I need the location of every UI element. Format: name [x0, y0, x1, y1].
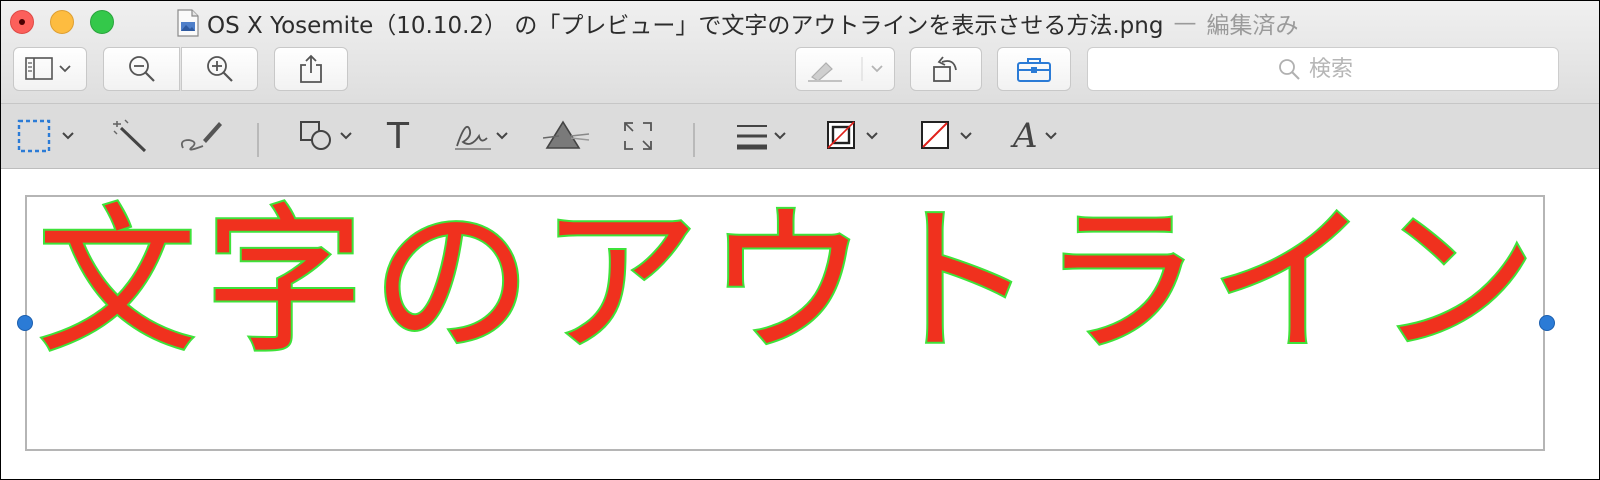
- window-title-bar: OS X Yosemite（10.10.2） の「プレビュー」で文字のアウトライ…: [177, 5, 1298, 41]
- outlined-char: イ: [1207, 188, 1371, 375]
- prism-icon: [543, 120, 590, 149]
- highlighter-icon: [808, 57, 883, 82]
- edited-status: 編集済み: [1206, 13, 1299, 39]
- outlined-char: ン: [1375, 188, 1539, 375]
- share-button[interactable]: [274, 47, 348, 91]
- outlined-char: ウ: [705, 188, 869, 375]
- line-style-icon: [737, 125, 786, 150]
- toolbar-divider: [693, 123, 695, 157]
- magic-wand-icon: [113, 119, 147, 153]
- preview-window: OS X Yosemite（10.10.2） の「プレビュー」で文字のアウトライ…: [1, 1, 1599, 479]
- png-document-icon: [177, 9, 199, 37]
- outlined-char: ア: [537, 188, 701, 375]
- zoom-out-button[interactable]: [103, 47, 180, 91]
- markup-toolbox-button[interactable]: [997, 47, 1071, 91]
- outlined-char: 字: [202, 188, 366, 375]
- outlined-char: ト: [872, 188, 1036, 375]
- adjust-color-tool[interactable]: [543, 116, 591, 156]
- search-field[interactable]: [1087, 47, 1559, 91]
- rotate-left-icon: [933, 56, 957, 82]
- signature-icon: [455, 125, 508, 150]
- line-style-tool[interactable]: [735, 116, 791, 156]
- image-canvas[interactable]: 文 字 の ア ウ ト ラ イ ン: [1, 169, 1599, 479]
- highlight-button[interactable]: [795, 47, 895, 91]
- toolbox-icon: [1017, 58, 1051, 82]
- fill-color-icon: [921, 121, 972, 149]
- sign-tool[interactable]: [453, 116, 513, 156]
- zoom-out-icon: [128, 56, 155, 82]
- text-style-tool[interactable]: A: [1013, 116, 1060, 156]
- instant-alpha-tool[interactable]: [111, 116, 149, 156]
- sidebar-icon: [25, 57, 71, 80]
- title-separator: —: [1173, 10, 1197, 36]
- adjust-size-tool[interactable]: [621, 116, 655, 156]
- rectangular-selection-icon: [17, 119, 74, 153]
- shapes-tool[interactable]: [299, 116, 359, 156]
- right-resize-handle[interactable]: [1539, 315, 1555, 331]
- rectangular-selection-tool[interactable]: [17, 116, 81, 156]
- pen-sketch-icon: [180, 122, 222, 151]
- outlined-char: の: [370, 188, 534, 375]
- border-color-icon: [827, 121, 878, 149]
- outlined-char: 文: [35, 188, 199, 375]
- zoom-in-button[interactable]: [181, 47, 258, 91]
- border-color-tool[interactable]: [825, 116, 885, 156]
- share-icon: [300, 54, 322, 83]
- rotate-button[interactable]: [910, 47, 982, 91]
- text-tool-label: T: [387, 115, 409, 157]
- left-resize-handle[interactable]: [17, 315, 33, 331]
- zoom-window-button[interactable]: [90, 10, 114, 34]
- close-window-button[interactable]: [10, 10, 34, 34]
- resize-icon: [624, 122, 652, 150]
- outlined-text[interactable]: 文 字 の ア ウ ト ラ イ ン: [35, 188, 1539, 375]
- zoom-in-icon: [206, 56, 233, 82]
- search-icon: [1279, 59, 1300, 80]
- sketch-tool[interactable]: [179, 116, 225, 156]
- search-input[interactable]: [1309, 56, 1369, 82]
- text-style-label: A: [1013, 116, 1038, 156]
- text-tool[interactable]: T: [387, 115, 409, 157]
- chevron-down-icon: [1044, 132, 1057, 140]
- window-chrome: OS X Yosemite（10.10.2） の「プレビュー」で文字のアウトライ…: [1, 1, 1599, 103]
- markup-toolbar: T A: [1, 103, 1599, 169]
- shapes-icon: [300, 121, 352, 150]
- fill-color-tool[interactable]: [919, 116, 979, 156]
- minimize-window-button[interactable]: [50, 10, 74, 34]
- toolbar-divider: [257, 123, 259, 157]
- window-title: OS X Yosemite（10.10.2） の「プレビュー」で文字のアウトライ…: [207, 13, 1164, 39]
- sidebar-toggle-button[interactable]: [13, 47, 87, 91]
- outlined-char: ラ: [1040, 188, 1204, 375]
